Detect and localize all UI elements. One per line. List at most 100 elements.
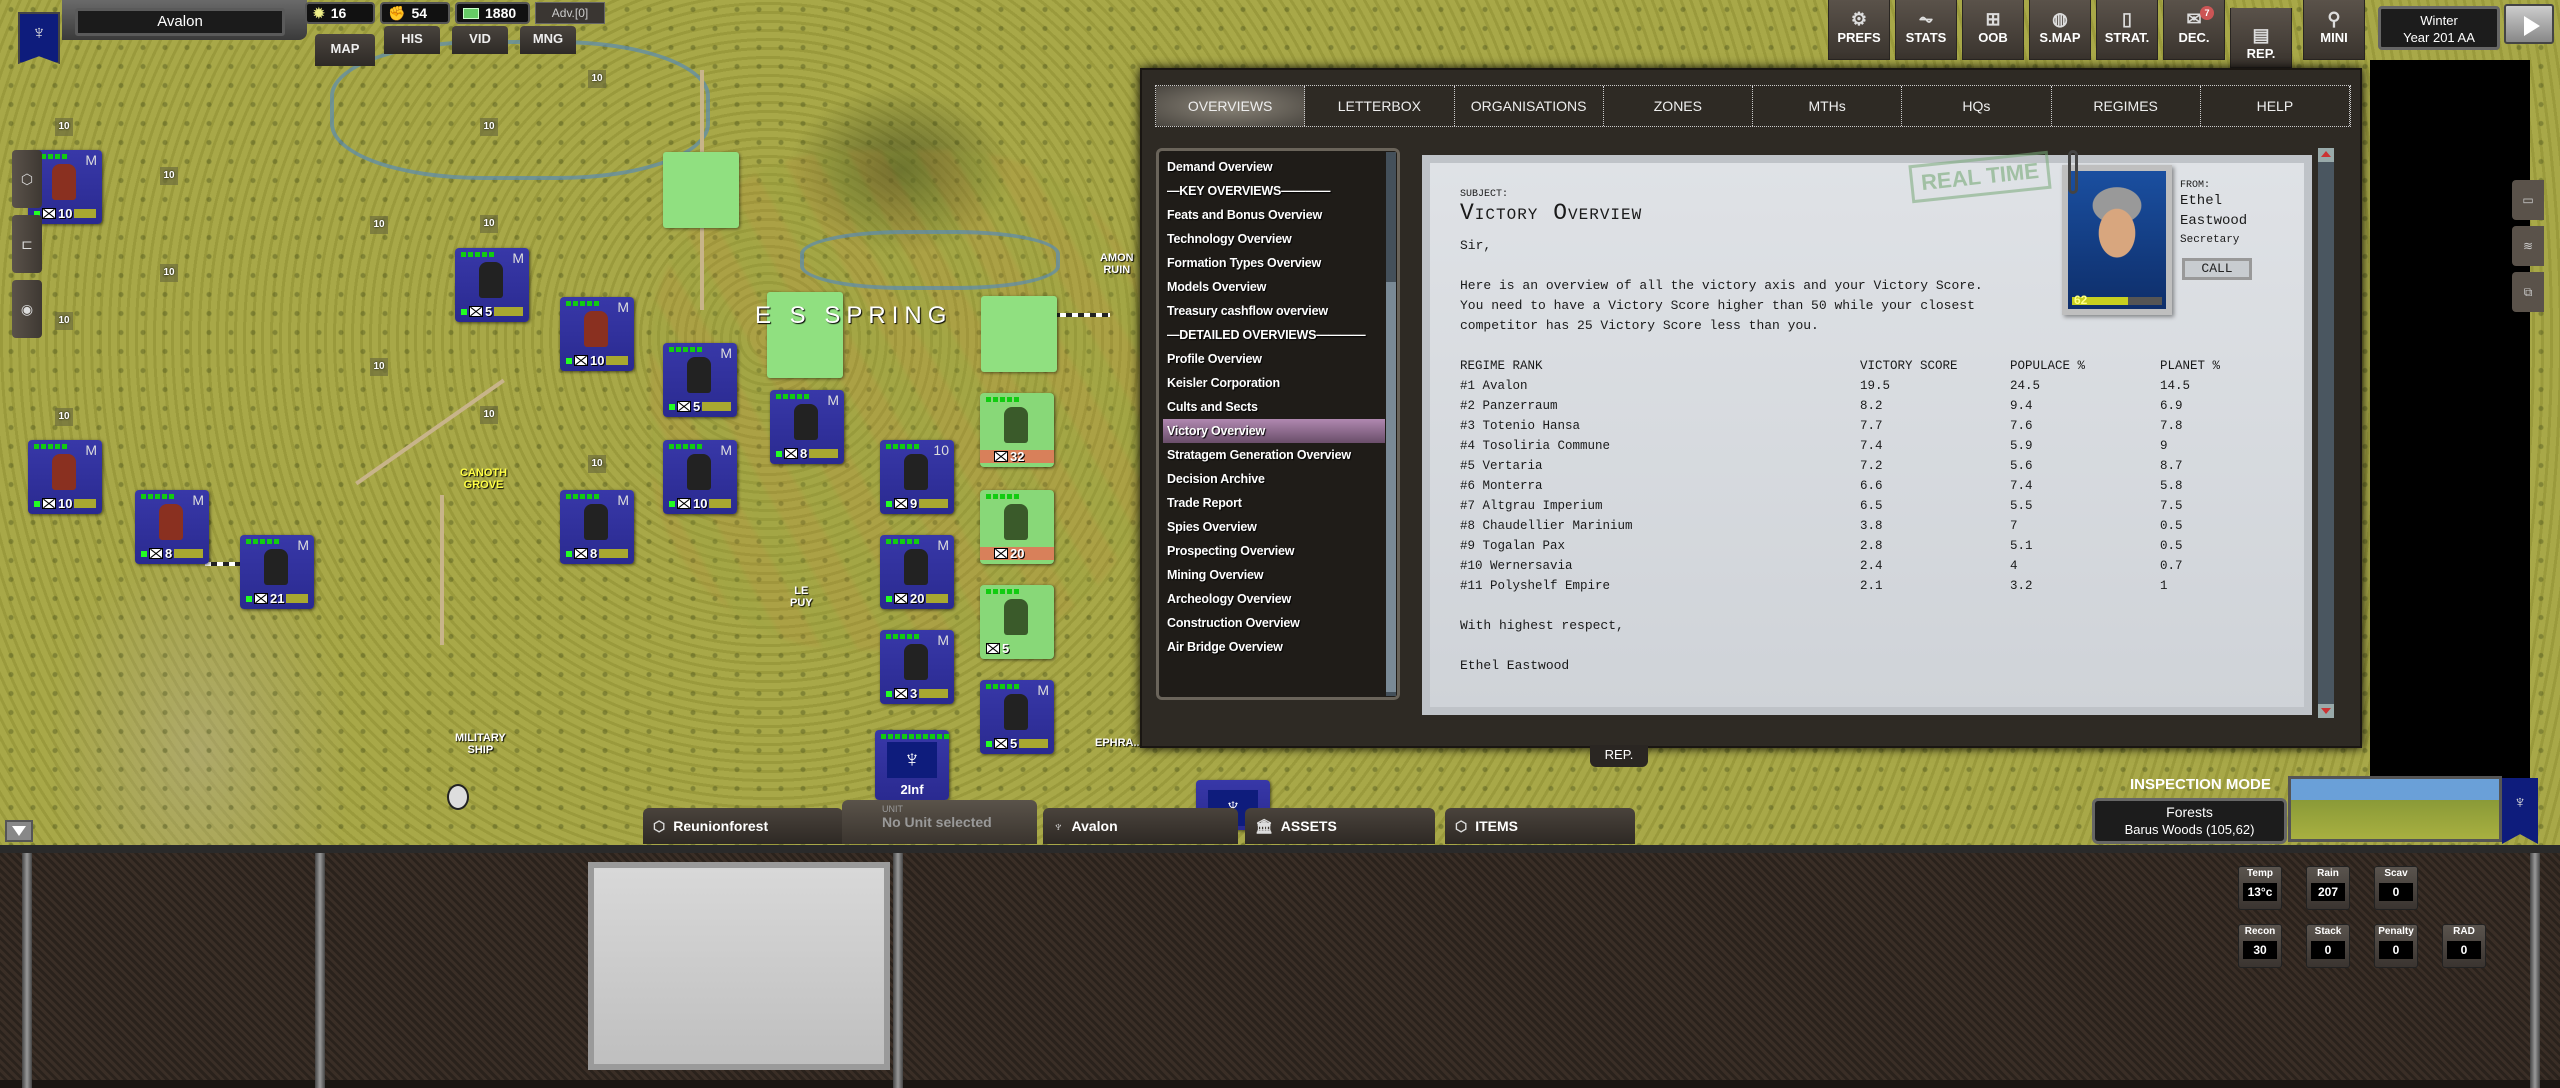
chart-icon: ⏦ <box>1918 9 1934 29</box>
map-unit[interactable]: 10 9 <box>880 440 954 514</box>
overview-list-item[interactable]: Mining Overview <box>1167 563 1397 587</box>
scroll-down-button[interactable] <box>2318 704 2334 718</box>
advisor-button[interactable]: Adv.[0] <box>535 2 605 24</box>
overview-list-item[interactable]: Profile Overview <box>1167 347 1397 371</box>
map-unit[interactable]: M5 <box>663 343 737 417</box>
stat-label: Recon <box>2244 926 2276 937</box>
overview-list-item[interactable]: Construction Overview <box>1167 611 1397 635</box>
overview-list-item[interactable]: Archeology Overview <box>1167 587 1397 611</box>
overview-list-item[interactable]: Treasury cashflow overview <box>1167 299 1397 323</box>
decisions-button[interactable]: ✉ DEC. 7 <box>2163 0 2225 60</box>
overview-list-item[interactable]: Formation Types Overview <box>1167 251 1397 275</box>
list-scrollbar-thumb[interactable] <box>1386 282 1396 692</box>
overview-list-item[interactable]: Decision Archive <box>1167 467 1397 491</box>
stratagem-button[interactable]: ▯ STRAT. <box>2096 0 2158 60</box>
call-button[interactable]: CALL <box>2182 258 2252 280</box>
map-unit[interactable]: M 10 <box>560 297 634 371</box>
location-label: MILITARY SHIP <box>455 732 506 756</box>
prefs-button[interactable]: ⚙ PREFS <box>1828 0 1890 60</box>
side-tab-target[interactable]: ◉ <box>12 280 42 338</box>
scroll-up-button[interactable] <box>2318 148 2334 162</box>
ship-icon[interactable] <box>447 784 469 810</box>
strategic-map-button[interactable]: ◍ S.MAP <box>2029 0 2091 60</box>
unit-strength-bar <box>494 307 523 316</box>
stats-button[interactable]: ⏦ STATS <box>1895 0 1957 60</box>
map-unit[interactable]: 32 <box>980 393 1054 467</box>
infantry-icon <box>264 549 288 585</box>
resource-value: 1880 <box>485 5 517 21</box>
unit-tab[interactable]: UNIT No Unit selected <box>842 800 1037 844</box>
side-tab-hierarchy[interactable]: ⊏ <box>12 215 42 273</box>
location-tab[interactable]: ⬡ Reunionforest <box>643 808 843 844</box>
overview-list-item[interactable]: Feats and Bonus Overview <box>1167 203 1397 227</box>
map-unit[interactable]: M 21 <box>240 535 314 609</box>
assets-tab[interactable]: 🏛 ASSETS <box>1245 808 1435 844</box>
enemy-stack[interactable] <box>981 296 1057 372</box>
unit-mode: M <box>937 632 949 648</box>
map-unit[interactable]: M5 <box>455 248 529 322</box>
enemy-stack[interactable] <box>663 152 739 228</box>
tab-help[interactable]: HELP <box>2201 86 2350 126</box>
tab-zones[interactable]: ZONES <box>1604 86 1753 126</box>
unit-status: 5 <box>669 399 731 414</box>
overview-list-item[interactable]: Spies Overview <box>1167 515 1397 539</box>
overview-list-item[interactable]: Keisler Corporation <box>1167 371 1397 395</box>
report-button[interactable]: ▤ REP. <box>2230 8 2292 68</box>
map-unit[interactable]: M8 <box>560 490 634 564</box>
stat-scav: Scav 0 <box>2374 866 2418 910</box>
map-unit[interactable]: 20 <box>980 490 1054 564</box>
map-unit[interactable]: M 20 <box>880 535 954 609</box>
map-unit[interactable]: M5 <box>980 680 1054 754</box>
collapse-button[interactable] <box>5 820 33 842</box>
tab-hqs[interactable]: HQs <box>1902 86 2052 126</box>
map-unit[interactable]: 5 <box>980 585 1054 659</box>
right-tab-frame[interactable]: ▭ <box>2512 180 2544 220</box>
letter-document: SUBJECT: Victory Overview Sir, Here is a… <box>1422 155 2312 715</box>
advisor-portrait[interactable]: 62 <box>2062 165 2172 315</box>
victory-score: 7.4 <box>1860 439 1883 453</box>
letter-scrollbar[interactable] <box>2318 148 2334 718</box>
stat-label: Rain <box>2317 868 2339 879</box>
map-unit[interactable]: M 10 <box>663 440 737 514</box>
hq-unit[interactable]: ♆ 2Inf <box>875 730 949 800</box>
alien-icon <box>52 454 76 490</box>
unit-count: 20 <box>1010 546 1025 561</box>
tab-map[interactable]: MAP <box>315 34 375 66</box>
end-turn-button[interactable] <box>2504 4 2554 44</box>
tab-overviews[interactable]: OVERVIEWS <box>1156 86 1306 126</box>
overview-list-item[interactable]: Air Bridge Overview <box>1167 635 1397 659</box>
tab-management[interactable]: MNG <box>520 26 576 54</box>
overview-list-item[interactable]: Cults and Sects <box>1167 395 1397 419</box>
overview-list-item[interactable]: Trade Report <box>1167 491 1397 515</box>
map-unit[interactable]: M 10 <box>28 440 102 514</box>
overview-list-item[interactable]: Demand Overview <box>1167 155 1397 179</box>
tab-video[interactable]: VID <box>452 26 508 54</box>
tab-mths[interactable]: MTHs <box>1753 86 1903 126</box>
map-unit[interactable]: M8 <box>770 390 844 464</box>
overview-list-item[interactable]: Victory Overview <box>1163 419 1385 443</box>
right-tab-layers[interactable]: ≋ <box>2512 226 2544 266</box>
minimap-button[interactable]: ⚲ MINI <box>2303 0 2365 60</box>
overview-list-item[interactable]: Stratagem Generation Overview <box>1167 443 1397 467</box>
populace-pct: 7.4 <box>2010 479 2033 493</box>
map-unit[interactable]: M3 <box>880 630 954 704</box>
overview-list-item[interactable]: Technology Overview <box>1167 227 1397 251</box>
regime-rank: #5 Vertaria <box>1460 459 1543 473</box>
right-tab-windows[interactable]: ⧉ <box>2512 272 2544 312</box>
tab-organisations[interactable]: ORGANISATIONS <box>1455 86 1604 126</box>
tab-letterbox[interactable]: LETTERBOX <box>1305 86 1455 126</box>
items-tab[interactable]: ⬡ ITEMS <box>1445 808 1635 844</box>
letter-signature: Ethel Eastwood <box>1460 658 1570 673</box>
tab-regimes[interactable]: REGIMES <box>2052 86 2201 126</box>
stat-value: 207 <box>2311 883 2345 901</box>
regime-tab[interactable]: ♆ Avalon <box>1043 808 1238 844</box>
overview-list-item[interactable]: Prospecting Overview <box>1167 539 1397 563</box>
oob-button[interactable]: ⊞ OOB <box>1962 0 2024 60</box>
regime-flag[interactable]: ♆ <box>18 12 60 64</box>
map-unit[interactable]: M8 <box>135 490 209 564</box>
rep-button[interactable]: REP. <box>1590 745 1648 767</box>
overview-list-item[interactable]: Models Overview <box>1167 275 1397 299</box>
side-tab-cube[interactable]: ⬡ <box>12 150 42 208</box>
hex-value: 10 <box>480 406 498 424</box>
tab-history[interactable]: HIS <box>384 26 440 54</box>
